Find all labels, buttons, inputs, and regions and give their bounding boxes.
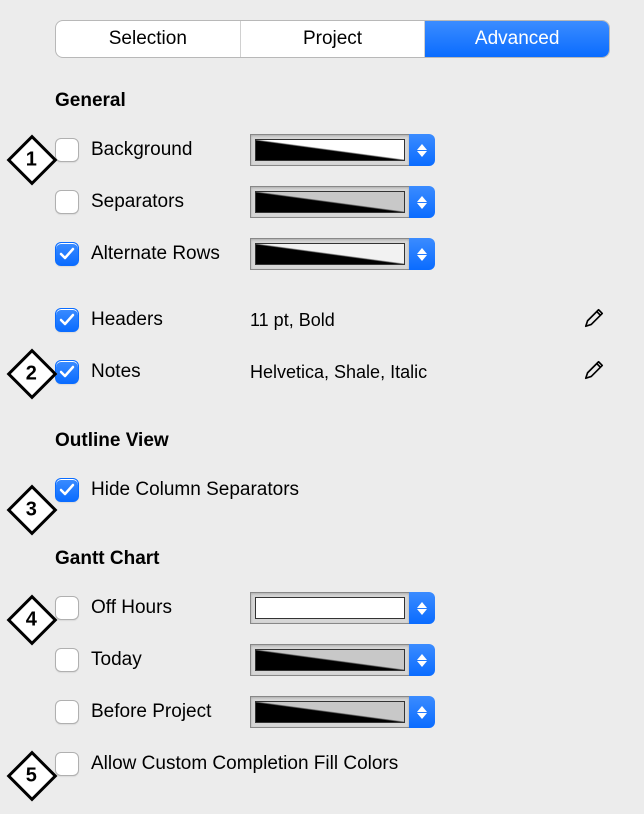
value-headers: 11 pt, Bold <box>250 310 335 331</box>
label-today: Today <box>91 649 142 671</box>
pencil-icon[interactable] <box>583 359 605 386</box>
checkbox-notes[interactable] <box>55 360 79 384</box>
checkbox-alternate-rows[interactable] <box>55 242 79 266</box>
chevrons-icon <box>409 186 435 218</box>
chevrons-icon <box>409 134 435 166</box>
section-title-general: General <box>55 90 614 112</box>
swatch-before-project <box>255 701 405 723</box>
row-off-hours: Off Hours <box>55 582 614 634</box>
tab-advanced[interactable]: Advanced <box>425 21 609 57</box>
tab-project[interactable]: Project <box>241 21 426 57</box>
swatch-separators <box>255 191 405 213</box>
pencil-icon[interactable] <box>583 307 605 334</box>
chevrons-icon <box>409 644 435 676</box>
row-background: Background <box>55 124 614 176</box>
color-picker-before-project[interactable] <box>250 696 435 728</box>
label-allow-custom-fill: Allow Custom Completion Fill Colors <box>91 753 398 775</box>
checkbox-allow-custom-fill[interactable] <box>55 752 79 776</box>
checkbox-hide-column-separators[interactable] <box>55 478 79 502</box>
checkbox-today[interactable] <box>55 648 79 672</box>
checkbox-off-hours[interactable] <box>55 596 79 620</box>
chevrons-icon <box>409 696 435 728</box>
row-allow-custom-fill: Allow Custom Completion Fill Colors <box>55 738 614 790</box>
color-picker-alternate-rows[interactable] <box>250 238 435 270</box>
value-notes: Helvetica, Shale, Italic <box>250 362 427 383</box>
color-picker-background[interactable] <box>250 134 435 166</box>
tab-bar: Selection Project Advanced <box>55 20 610 58</box>
label-background: Background <box>91 139 192 161</box>
swatch-today <box>255 649 405 671</box>
row-notes: Notes Helvetica, Shale, Italic <box>55 346 614 398</box>
checkbox-headers[interactable] <box>55 308 79 332</box>
color-picker-separators[interactable] <box>250 186 435 218</box>
swatch-off-hours <box>255 597 405 619</box>
label-off-hours: Off Hours <box>91 597 172 619</box>
label-headers: Headers <box>91 309 163 331</box>
row-separators: Separators <box>55 176 614 228</box>
label-before-project: Before Project <box>91 701 211 723</box>
section-title-outline: Outline View <box>55 430 614 452</box>
checkbox-separators[interactable] <box>55 190 79 214</box>
color-picker-today[interactable] <box>250 644 435 676</box>
checkbox-before-project[interactable] <box>55 700 79 724</box>
row-today: Today <box>55 634 614 686</box>
label-hide-column-separators: Hide Column Separators <box>91 479 299 501</box>
chevrons-icon <box>409 238 435 270</box>
label-notes: Notes <box>91 361 141 383</box>
swatch-alternate-rows <box>255 243 405 265</box>
row-alternate-rows: Alternate Rows <box>55 228 614 280</box>
color-picker-off-hours[interactable] <box>250 592 435 624</box>
chevrons-icon <box>409 592 435 624</box>
row-before-project: Before Project <box>55 686 614 738</box>
swatch-background <box>255 139 405 161</box>
row-headers: Headers 11 pt, Bold <box>55 294 614 346</box>
row-hide-column-separators: Hide Column Separators <box>55 464 614 516</box>
checkbox-background[interactable] <box>55 138 79 162</box>
tab-selection[interactable]: Selection <box>56 21 241 57</box>
section-title-gantt: Gantt Chart <box>55 548 614 570</box>
label-separators: Separators <box>91 191 184 213</box>
label-alternate-rows: Alternate Rows <box>91 243 220 265</box>
